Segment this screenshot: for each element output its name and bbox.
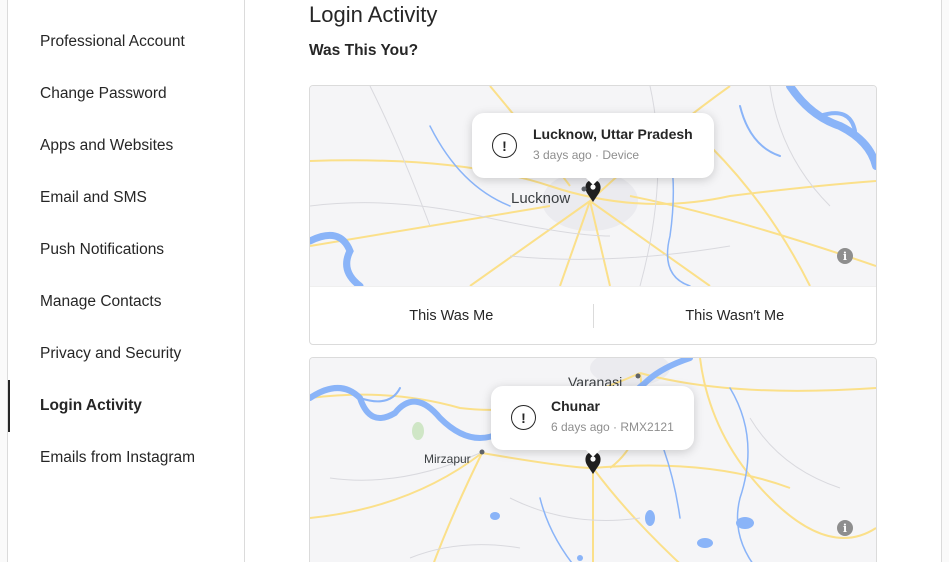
section-subtitle: Was This You? — [309, 42, 419, 59]
sidebar-item-change-password[interactable]: Change Password — [8, 68, 244, 120]
location-popup: ! Lucknow, Uttar Pradesh 3 days ago · De… — [472, 113, 714, 185]
sidebar-item-apps-and-websites[interactable]: Apps and Websites — [8, 120, 244, 172]
alert-icon: ! — [511, 405, 536, 430]
map-city-label: Lucknow — [511, 190, 571, 207]
login-map[interactable]: Varanasi Mirzapur i ! Chunar 6 days ago … — [310, 358, 876, 562]
sidebar-item-manage-contacts[interactable]: Manage Contacts — [8, 276, 244, 328]
login-card: Lucknow i ! Lucknow, Uttar Pradesh 3 day… — [309, 85, 877, 345]
alert-icon: ! — [492, 133, 517, 158]
map-city-label: Mirzapur — [424, 452, 471, 466]
map-info-icon[interactable]: i — [837, 248, 853, 264]
settings-page: Professional Account Change Password App… — [7, 0, 942, 562]
this-wasnt-me-button[interactable]: This Wasn′t Me — [594, 287, 877, 344]
sidebar-item-emails-from-instagram[interactable]: Emails from Instagram — [8, 432, 244, 484]
sidebar-item-privacy-and-security[interactable]: Privacy and Security — [8, 328, 244, 380]
login-meta: 3 days ago · Device — [533, 148, 640, 162]
settings-sidebar: Professional Account Change Password App… — [8, 0, 245, 562]
login-meta: 6 days ago · RMX2121 — [551, 420, 674, 434]
sidebar-item-push-notifications[interactable]: Push Notifications — [8, 224, 244, 276]
sidebar-item-professional-account[interactable]: Professional Account — [8, 16, 244, 68]
login-actions: This Was Me This Wasn′t Me — [310, 286, 876, 344]
login-map[interactable]: Lucknow i ! Lucknow, Uttar Pradesh 3 day… — [310, 86, 876, 286]
login-location: Chunar — [551, 398, 600, 414]
this-was-me-button[interactable]: This Was Me — [310, 287, 593, 344]
location-popup: ! Chunar 6 days ago · RMX2121 — [491, 386, 694, 457]
sidebar-item-login-activity[interactable]: Login Activity — [8, 380, 244, 432]
page-title: Login Activity — [309, 2, 438, 27]
login-card: Varanasi Mirzapur i ! Chunar 6 days ago … — [309, 357, 877, 562]
sidebar-item-email-and-sms[interactable]: Email and SMS — [8, 172, 244, 224]
map-info-icon[interactable]: i — [837, 520, 853, 536]
login-location: Lucknow, Uttar Pradesh — [533, 126, 693, 142]
